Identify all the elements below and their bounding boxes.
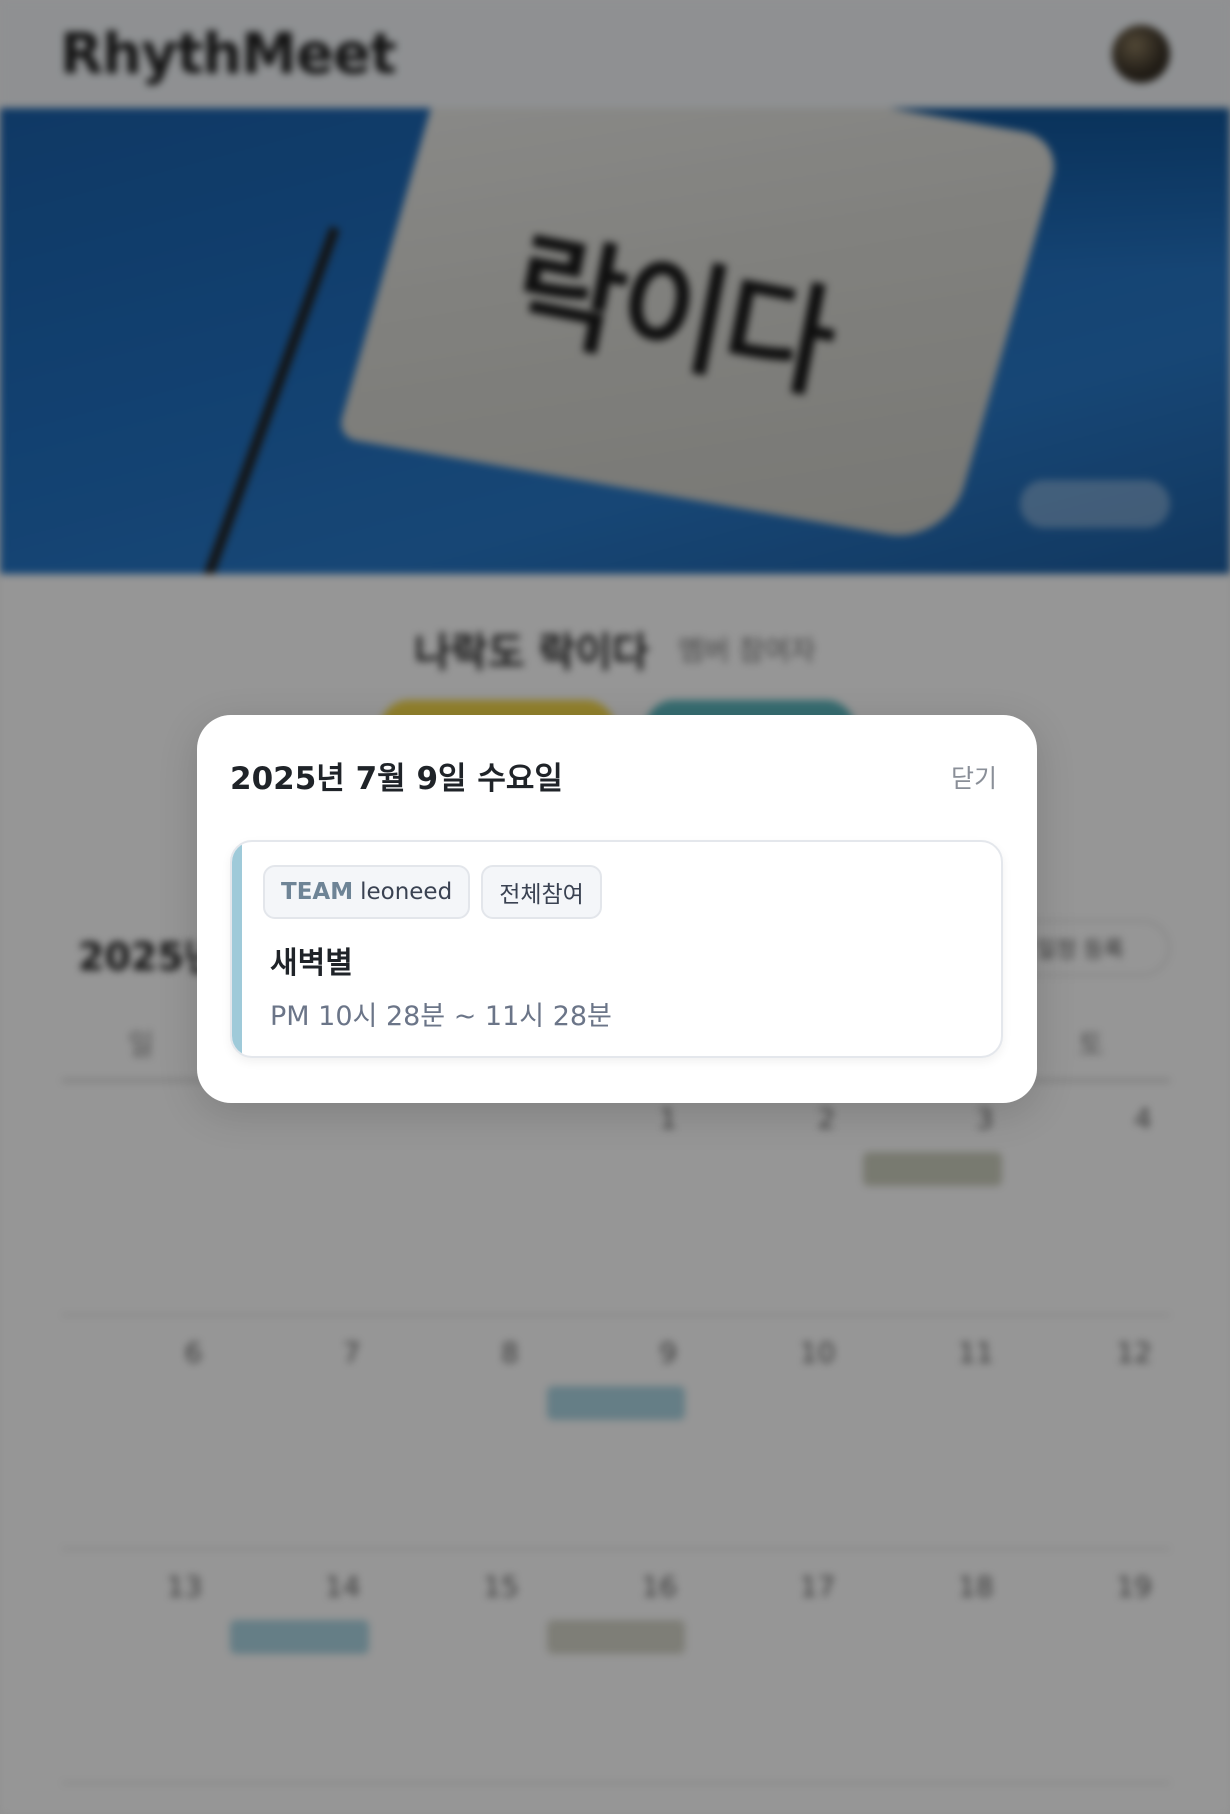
day-detail-modal: 2025년 7월 9일 수요일 닫기 TEAM leoneed 전체참여 새벽별… [197,715,1037,1103]
event-chips: TEAM leoneed 전체참여 [263,865,602,919]
event-accent-bar [232,842,242,1056]
team-prefix: TEAM [281,879,354,905]
team-chip: TEAM leoneed [263,865,471,919]
event-card[interactable]: TEAM leoneed 전체참여 새벽별 PM 10시 28분 ~ 11시 2… [230,840,1003,1058]
participation-chip: 전체참여 [481,865,602,919]
event-time: PM 10시 28분 ~ 11시 28분 [270,1001,612,1032]
team-name: leoneed [360,879,453,905]
modal-date-title: 2025년 7월 9일 수요일 [230,761,563,797]
close-button[interactable]: 닫기 [951,759,997,795]
event-title: 새벽별 [270,946,353,981]
